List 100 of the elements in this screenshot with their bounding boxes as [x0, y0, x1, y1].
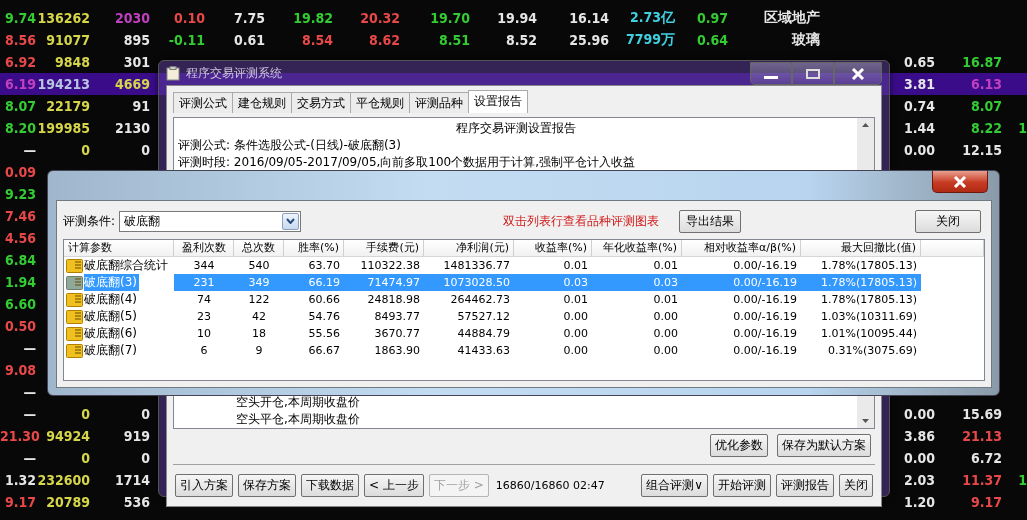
parameter-name[interactable]: 破底翻(7) [84, 342, 139, 359]
quote-cell-text: 9.08 [3, 362, 36, 378]
folder-icon [66, 309, 83, 324]
quote-cell-text: 16.87 [961, 54, 1002, 70]
parameter-name[interactable]: 破底翻(6) [84, 325, 139, 342]
quote-cell-text: 1.94 [3, 274, 36, 290]
column-header[interactable]: 计算参数 [64, 240, 174, 257]
quote-cell-text: 8.52 [504, 32, 537, 48]
toolbar-button[interactable]: 评测报告 [776, 474, 834, 497]
table-cell-text: 1.78%(17805.13) [820, 258, 918, 274]
report-line: 空头开仓,本周期收盘价 [235, 394, 361, 411]
table-cell: 231 [174, 274, 234, 291]
quote-cell-text: 22179 [45, 98, 90, 114]
tab[interactable]: 交易方式 [291, 92, 351, 113]
table-cell: 71474.97 [344, 274, 424, 291]
close-button[interactable] [932, 171, 988, 193]
table-cell: 349 [234, 274, 284, 291]
table-cell-text: 54.76 [307, 309, 341, 325]
action-button[interactable]: 优化参数 [710, 434, 768, 457]
quote-cell-text: 0.10 [172, 10, 205, 26]
tab[interactable]: 评测公式 [173, 92, 233, 113]
quote-cell-text: 919 [122, 428, 150, 444]
table-cell-text: 9 [254, 343, 264, 359]
column-header[interactable]: 手续费(元) [344, 240, 424, 257]
quote-cell-text: 0.61 [232, 32, 265, 48]
toolbar-button[interactable]: 下载数据 [301, 474, 359, 497]
column-header[interactable]: 盈利次数 [174, 240, 234, 257]
maximize-icon [806, 68, 820, 79]
column-header[interactable]: 相对收益率α/β(%) [682, 240, 801, 257]
table-cell-text: 0.01 [562, 258, 589, 274]
table-cell: 0.03 [592, 274, 682, 291]
report-heading: 程序交易评测设置报告 [454, 120, 577, 137]
quote-cell-text: 1714 [113, 472, 150, 488]
quote-cell-text: 0 [80, 142, 90, 158]
quote-cell-text: 19.94 [496, 10, 537, 26]
quote-cell-text: 7.46 [3, 208, 36, 224]
table-cell-text: 1.03%(10311.69) [820, 309, 918, 325]
quote-cell-text: 0.00 [902, 142, 935, 158]
table-cell: 0.03 [514, 274, 592, 291]
column-header[interactable]: 总次数 [234, 240, 284, 257]
quote-cell-text: — [22, 450, 36, 466]
toolbar-button[interactable]: 开始评测 [713, 474, 771, 497]
clipboard-icon [166, 65, 180, 81]
parameter-name[interactable]: 破底翻(5) [84, 308, 139, 325]
table-cell-text: 0.01 [652, 292, 679, 308]
quote-cell-text: — [22, 406, 36, 422]
column-header[interactable]: 净利润(元) [424, 240, 514, 257]
toolbar-button[interactable]: 关闭 [839, 474, 873, 497]
quote-cell-text: 8.51 [437, 32, 470, 48]
quote-cell-text: 8.20 [3, 120, 36, 136]
close-dialog-button[interactable]: 关闭 [915, 209, 981, 233]
table-cell-text: 1.78%(17805.13) [820, 292, 918, 308]
tab[interactable]: 评测品种 [409, 92, 469, 113]
tab[interactable]: 平仓规则 [350, 92, 410, 113]
quote-cell-text: 8.54 [300, 32, 333, 48]
table-cell-text: 6 [199, 343, 209, 359]
quote-cell-text: 9.17 [969, 494, 1002, 510]
table-cell-text: 0.00 [652, 326, 679, 342]
column-header[interactable]: 胜率(%) [284, 240, 344, 257]
action-button[interactable]: 保存为默认方案 [777, 434, 871, 457]
quote-cell-text: 8.07 [3, 98, 36, 114]
parameter-name[interactable]: 破底翻(4) [84, 291, 139, 308]
quote-cell: 232600 [36, 472, 90, 488]
quote-cell-text: 0.64 [695, 32, 728, 48]
quote-cell-text: 8.22 [969, 120, 1002, 136]
toolbar-button[interactable]: < 上一步 [364, 474, 424, 497]
quote-cell: 199985 [36, 120, 90, 136]
close-button[interactable] [834, 62, 882, 85]
minimize-button[interactable] [750, 62, 792, 85]
column-header[interactable]: 年化收益率(%) [592, 240, 682, 257]
parameter-name[interactable]: 破底翻综合统计 [84, 257, 170, 274]
table-cell-text: 0.00 [562, 326, 589, 342]
toolbar-button[interactable]: 组合评测∨ [641, 474, 708, 497]
quote-cell-text: -0.11 [167, 32, 205, 48]
quote-cell-text: 4669 [113, 76, 150, 92]
tab[interactable]: 建仓规则 [232, 92, 292, 113]
folder-icon [66, 275, 83, 290]
table-cell-text: 1863.90 [373, 343, 421, 359]
tab[interactable]: 设置报告 [468, 90, 528, 113]
quote-cell-text: 0.97 [695, 10, 728, 26]
quote-cell-text: 1.32 [3, 472, 36, 488]
table-cell-text: 23 [196, 309, 212, 325]
column-header[interactable]: 收益率(%) [514, 240, 592, 257]
quote-cell-text: 25.96 [568, 32, 609, 48]
toolbar-button[interactable]: 引入方案 [175, 474, 233, 497]
toolbar-button[interactable]: 保存方案 [238, 474, 296, 497]
export-button[interactable]: 导出结果 [679, 209, 741, 233]
table-cell-text: 18 [251, 326, 267, 342]
quote-cell-text: 9.23 [3, 186, 36, 202]
table-cell-text: 1481336.77 [442, 258, 511, 274]
quote-cell-text: 1 [1017, 472, 1027, 488]
maximize-button[interactable] [792, 62, 834, 85]
quote-cell-text: 6.84 [3, 252, 36, 268]
quote-cell-text: 20.32 [359, 10, 400, 26]
column-header[interactable]: 最大回撤比(值) [801, 240, 921, 257]
table-cell-text: 0.00/-16.19 [732, 343, 798, 359]
quote-cell-text: 12.15 [961, 142, 1002, 158]
quote-cell-text: 21.13 [961, 428, 1002, 444]
quote-cell-text: 2.73亿 [628, 9, 675, 27]
condition-dropdown[interactable]: 破底翻 [119, 210, 302, 232]
